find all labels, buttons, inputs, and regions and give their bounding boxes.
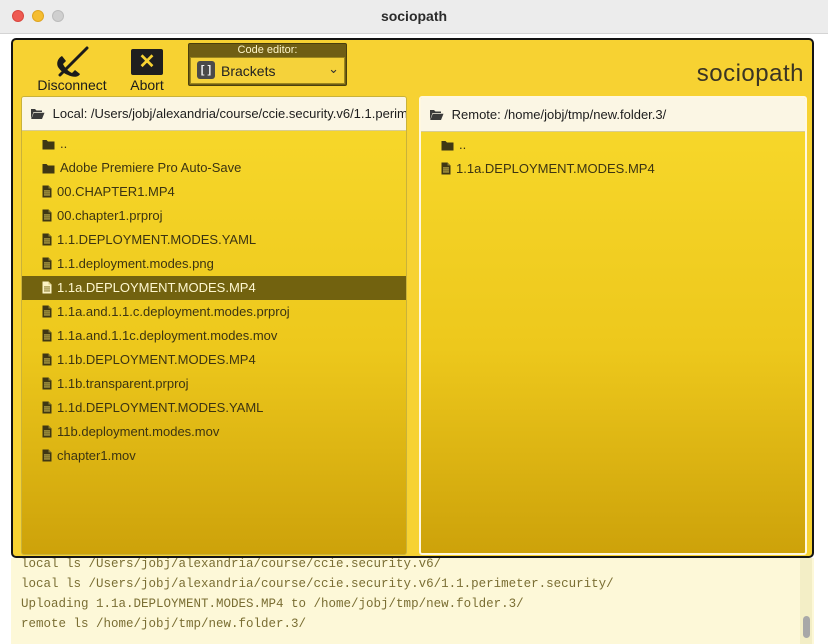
window-title: sociopath: [380, 8, 448, 24]
remote-path-header: Remote: /home/jobj/tmp/new.folder.3/: [421, 98, 805, 132]
file-row[interactable]: 1.1d.DEPLOYMENT.MODES.YAML: [22, 396, 406, 420]
log-scroll-thumb[interactable]: [803, 616, 810, 638]
app-brand: sociopath: [696, 60, 804, 87]
file-icon: [441, 161, 456, 176]
remote-path-label: Remote: /home/jobj/tmp/new.folder.3/: [451, 107, 667, 122]
log-line: local ls /Users/jobj/alexandria/course/c…: [21, 577, 614, 591]
title-bar: sociopath: [0, 0, 828, 34]
file-icon: [42, 208, 57, 223]
item-name: 11b.deployment.modes.mov: [57, 424, 220, 439]
local-path-header: Local: /Users/jobj/alexandria/course/cci…: [22, 97, 406, 131]
log-line: Uploading 1.1a.DEPLOYMENT.MODES.MP4 to /…: [21, 597, 524, 611]
remote-file-list: .. 1.1a.DEPLOYMENT.MODES.MP4: [421, 133, 805, 181]
file-icon: [42, 184, 57, 199]
log-scrollbar[interactable]: [800, 558, 812, 644]
item-name: 00.chapter1.prproj: [57, 208, 163, 223]
file-icon: [42, 280, 57, 295]
code-editor-select[interactable]: [ ] Brackets ⌄: [190, 57, 345, 84]
folder-open-icon: [31, 109, 45, 119]
app-frame: Disconnect ✕ Abort Code editor: [ ] Brac…: [11, 38, 814, 558]
folder-icon: [441, 137, 459, 152]
code-editor-label: Code editor:: [237, 44, 298, 56]
file-row[interactable]: 11b.deployment.modes.mov: [22, 420, 406, 444]
disconnect-button[interactable]: Disconnect: [33, 43, 111, 93]
item-name: 1.1.DEPLOYMENT.MODES.YAML: [57, 232, 257, 247]
folder-row[interactable]: ..: [22, 132, 406, 156]
item-name: 1.1a.and.1.1c.deployment.modes.mov: [57, 328, 278, 343]
file-icon: [42, 400, 57, 415]
file-row[interactable]: chapter1.mov: [22, 444, 406, 468]
abort-icon: ✕: [131, 49, 163, 75]
remote-pane[interactable]: Remote: /home/jobj/tmp/new.folder.3/ .. 1…: [419, 96, 807, 555]
log-line: local ls /Users/jobj/alexandria/course/c…: [21, 558, 442, 571]
file-icon: [42, 232, 57, 247]
file-icon: [42, 448, 57, 463]
file-row[interactable]: 1.1a.DEPLOYMENT.MODES.MP4: [22, 276, 406, 300]
local-file-list: .. Adobe Premiere Pro Auto-Save 00.CHAPTER…: [22, 132, 406, 468]
item-name: 1.1a.DEPLOYMENT.MODES.MP4: [456, 161, 655, 176]
folder-row[interactable]: ..: [421, 133, 805, 157]
code-editor-group: Code editor: [ ] Brackets ⌄: [188, 43, 347, 86]
file-row[interactable]: 1.1a.and.1.1c.deployment.modes.mov: [22, 324, 406, 348]
item-name: 1.1a.and.1.1.c.deployment.modes.prproj: [57, 304, 290, 319]
file-row[interactable]: 00.CHAPTER1.MP4: [22, 180, 406, 204]
local-pane[interactable]: Local: /Users/jobj/alexandria/course/cci…: [21, 96, 407, 555]
file-icon: [42, 328, 57, 343]
file-row[interactable]: 1.1a.DEPLOYMENT.MODES.MP4: [421, 157, 805, 181]
folder-row[interactable]: Adobe Premiere Pro Auto-Save: [22, 156, 406, 180]
item-name: 00.CHAPTER1.MP4: [57, 184, 175, 199]
item-name: ..: [459, 137, 467, 152]
file-icon: [42, 352, 57, 367]
folder-open-icon: [430, 110, 444, 120]
file-row[interactable]: 00.chapter1.prproj: [22, 204, 406, 228]
file-icon: [42, 256, 57, 271]
brackets-icon: [ ]: [197, 61, 215, 79]
file-row[interactable]: 1.1.DEPLOYMENT.MODES.YAML: [22, 228, 406, 252]
item-name: ..: [60, 136, 68, 151]
item-name: 1.1b.transparent.prproj: [57, 376, 189, 391]
phone-disconnect-icon: [57, 46, 89, 77]
folder-icon: [42, 136, 60, 151]
file-row[interactable]: 1.1b.DEPLOYMENT.MODES.MP4: [22, 348, 406, 372]
log-line: remote ls /home/jobj/tmp/new.folder.3/: [21, 617, 307, 631]
chevron-down-icon: ⌄: [328, 61, 339, 76]
file-row[interactable]: 1.1a.and.1.1.c.deployment.modes.prproj: [22, 300, 406, 324]
abort-button[interactable]: ✕ Abort: [127, 43, 167, 93]
file-row[interactable]: 1.1b.transparent.prproj: [22, 372, 406, 396]
code-editor-value: Brackets: [221, 63, 276, 79]
log-console[interactable]: local ls /Users/jobj/alexandria/course/c…: [11, 558, 814, 644]
file-icon: [42, 424, 57, 439]
item-name: 1.1a.DEPLOYMENT.MODES.MP4: [57, 280, 256, 295]
item-name: chapter1.mov: [57, 448, 136, 463]
file-icon: [42, 376, 57, 391]
local-path-label: Local: /Users/jobj/alexandria/course/cci…: [52, 106, 406, 121]
item-name: 1.1d.DEPLOYMENT.MODES.YAML: [57, 400, 264, 415]
abort-label: Abort: [130, 77, 164, 93]
file-row[interactable]: 1.1.deployment.modes.png: [22, 252, 406, 276]
item-name: Adobe Premiere Pro Auto-Save: [60, 160, 242, 175]
disconnect-label: Disconnect: [37, 77, 107, 93]
item-name: 1.1.deployment.modes.png: [57, 256, 214, 271]
folder-icon: [42, 160, 60, 175]
item-name: 1.1b.DEPLOYMENT.MODES.MP4: [57, 352, 256, 367]
file-icon: [42, 304, 57, 319]
